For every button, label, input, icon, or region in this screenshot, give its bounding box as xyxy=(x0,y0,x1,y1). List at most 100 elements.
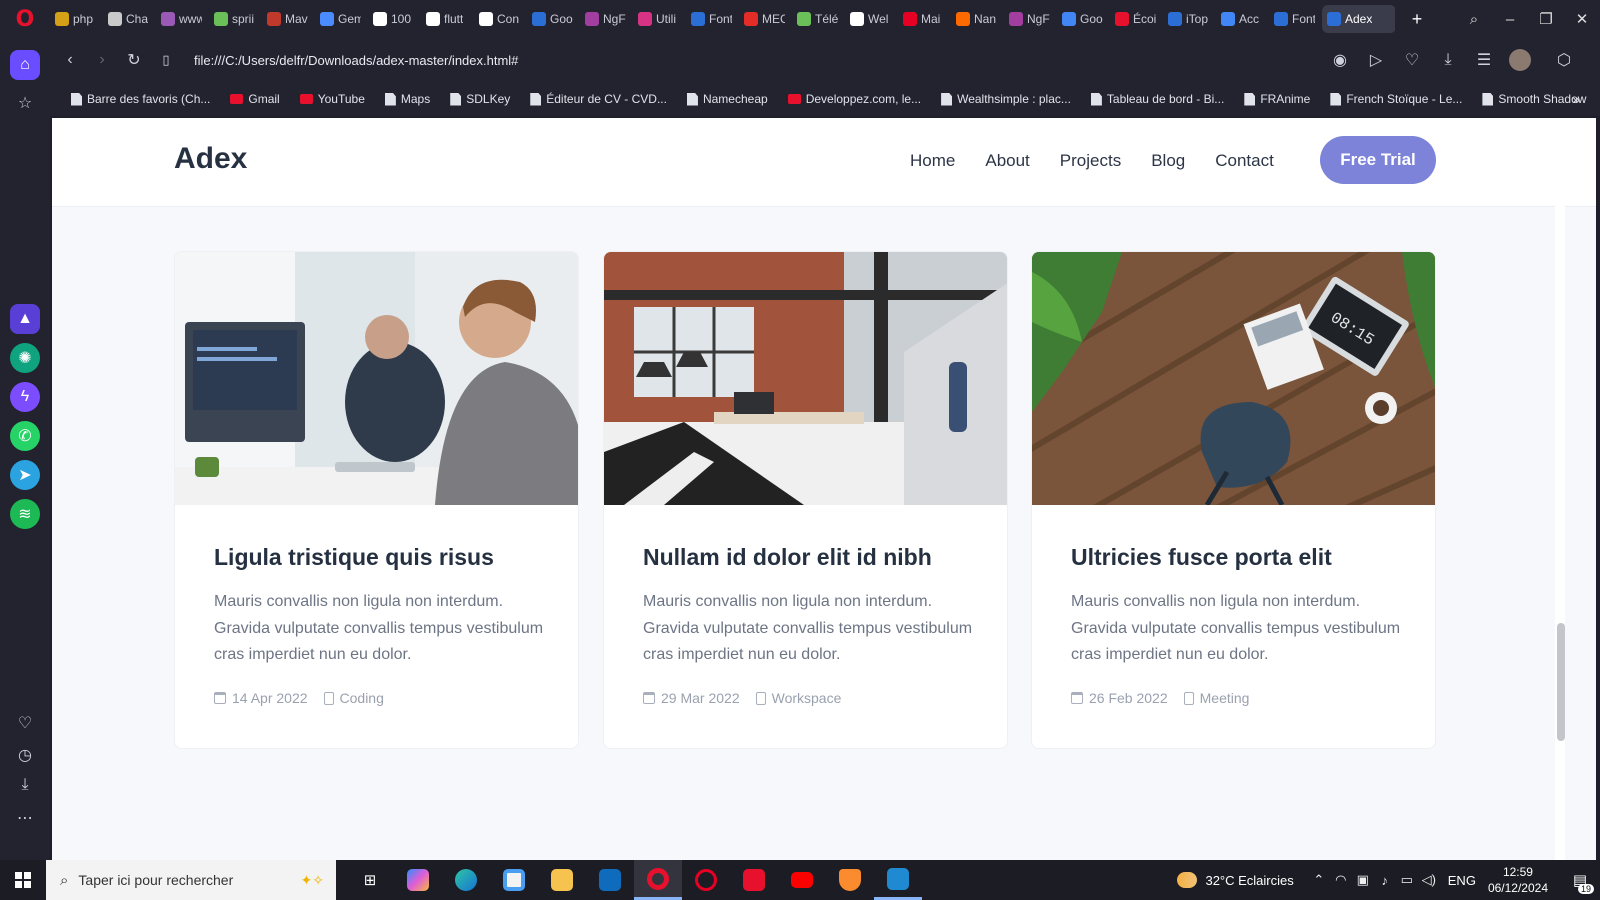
browser-tab-active[interactable]: Adex xyxy=(1322,5,1395,33)
camera-icon[interactable]: ▣ xyxy=(1352,872,1374,888)
tray-expand-icon[interactable]: ⌃ xyxy=(1308,872,1330,888)
browser-tab[interactable]: Acc xyxy=(1216,5,1267,33)
bookmarks-overflow-icon[interactable]: » xyxy=(1572,91,1580,107)
microphone-icon[interactable]: ♪ xyxy=(1374,873,1396,888)
browser-tab[interactable]: Nan xyxy=(951,5,1002,33)
browser-tab[interactable]: Utili xyxy=(633,5,684,33)
network-icon[interactable]: ◠ xyxy=(1330,872,1352,888)
chatgpt-icon[interactable]: ✺ xyxy=(10,343,40,373)
language-indicator[interactable]: ENG xyxy=(1448,873,1476,888)
task-view-icon[interactable]: ⊞ xyxy=(346,860,394,900)
bookmark-item[interactable]: Barre des favoris (Ch... xyxy=(64,92,217,106)
close-window-button[interactable]: ✕ xyxy=(1564,0,1600,38)
bookmark-item[interactable]: Developpez.com, le... xyxy=(781,92,928,106)
heart-icon[interactable]: ♡ xyxy=(10,708,40,738)
notification-center-icon[interactable]: ▤ 19 xyxy=(1560,860,1600,900)
blog-card[interactable]: Nullam id dolor elit id nibh Mauris conv… xyxy=(603,251,1008,749)
free-trial-button[interactable]: Free Trial xyxy=(1320,136,1436,184)
battery-icon[interactable]: ▭ xyxy=(1396,872,1418,888)
opera-taskbar-icon[interactable] xyxy=(634,860,682,900)
home-icon[interactable]: ⌂ xyxy=(10,50,40,80)
browser-tab[interactable]: NgF xyxy=(580,5,631,33)
minimize-button[interactable]: – xyxy=(1492,0,1528,38)
bookmark-item[interactable]: FRAnime xyxy=(1237,92,1317,106)
bookmark-item[interactable]: SDLKey xyxy=(443,92,517,106)
clock[interactable]: 12:59 06/12/2024 xyxy=(1488,864,1548,896)
blog-card-title[interactable]: Nullam id dolor elit id nibh xyxy=(643,544,932,571)
site-logo[interactable]: Adex xyxy=(174,142,247,176)
start-button[interactable] xyxy=(0,860,46,900)
browser-tab[interactable]: Wel xyxy=(845,5,896,33)
blog-card-image-developer[interactable] xyxy=(175,252,578,505)
bookmark-item[interactable]: Tableau de bord - Bi... xyxy=(1084,92,1231,106)
new-tab-button[interactable]: + xyxy=(1403,5,1431,33)
bookmark-item[interactable]: YouTube xyxy=(293,92,372,106)
copilot-icon[interactable] xyxy=(394,860,442,900)
blog-card-image-desk[interactable]: 08:15 xyxy=(1032,252,1435,505)
browser-tab[interactable]: sprii xyxy=(209,5,260,33)
post-category[interactable]: Meeting xyxy=(1200,690,1250,706)
browser-tab[interactable]: www xyxy=(156,5,207,33)
browser-tab[interactable]: Télé xyxy=(792,5,843,33)
play-icon[interactable]: ▷ xyxy=(1360,44,1392,76)
browser-tab[interactable]: Font xyxy=(686,5,737,33)
brave-icon[interactable] xyxy=(826,860,874,900)
bookmark-item[interactable]: Namecheap xyxy=(680,92,775,106)
easy-setup-icon[interactable]: ☰ xyxy=(1468,44,1500,76)
menu-home[interactable]: Home xyxy=(910,151,955,171)
browser-tab[interactable]: Cha xyxy=(103,5,154,33)
downloads-icon[interactable]: ⤓ xyxy=(10,770,40,800)
volume-icon[interactable]: ◁) xyxy=(1418,872,1440,888)
bookmark-item[interactable]: Wealthsimple : plac... xyxy=(934,92,1078,106)
menu-projects[interactable]: Projects xyxy=(1060,151,1121,171)
snapshot-icon[interactable]: ◉ xyxy=(1324,44,1356,76)
page-scrollbar[interactable] xyxy=(1555,118,1565,860)
telegram-icon[interactable]: ➤ xyxy=(10,460,40,490)
menu-about[interactable]: About xyxy=(985,151,1029,171)
blog-card[interactable]: 08:15 Ultricies fusce porta elit Mauris … xyxy=(1031,251,1436,749)
vscode-icon[interactable] xyxy=(874,860,922,900)
opera-logo-icon[interactable]: O xyxy=(0,0,50,38)
browser-tab[interactable]: iTop xyxy=(1163,5,1214,33)
taskbar-search[interactable]: ⌕ Taper ici pour rechercher ✦✧ xyxy=(46,860,336,900)
browser-tab[interactable]: Mav xyxy=(262,5,313,33)
menu-contact[interactable]: Contact xyxy=(1215,151,1274,171)
post-category[interactable]: Workspace xyxy=(772,690,842,706)
outlook-icon[interactable] xyxy=(586,860,634,900)
recorder-icon[interactable] xyxy=(730,860,778,900)
back-button[interactable]: ‹ xyxy=(54,44,86,76)
browser-tab[interactable]: Con xyxy=(474,5,525,33)
file-explorer-icon[interactable] xyxy=(538,860,586,900)
star-icon[interactable]: ☆ xyxy=(10,88,40,118)
browser-tab[interactable]: NgF xyxy=(1004,5,1055,33)
menu-blog[interactable]: Blog xyxy=(1151,151,1185,171)
store-icon[interactable] xyxy=(490,860,538,900)
restore-button[interactable]: ❐ xyxy=(1528,0,1564,38)
weather-widget[interactable]: 32°C Eclaircies xyxy=(1177,872,1294,888)
page-info-icon[interactable]: ▯ xyxy=(150,44,182,76)
browser-tab[interactable]: MEC xyxy=(739,5,790,33)
browser-tab[interactable]: Gem xyxy=(315,5,366,33)
aria-icon[interactable]: ▲ xyxy=(10,304,40,334)
blog-card[interactable]: Ligula tristique quis risus Mauris conva… xyxy=(174,251,579,749)
browser-tab[interactable]: Font xyxy=(1269,5,1320,33)
messenger-icon[interactable]: ϟ xyxy=(10,382,40,412)
blog-card-image-office[interactable] xyxy=(604,252,1007,505)
blog-card-title[interactable]: Ligula tristique quis risus xyxy=(214,544,494,571)
reload-button[interactable]: ↻ xyxy=(118,44,150,76)
search-tabs-icon[interactable]: ⌕ xyxy=(1456,0,1492,38)
forward-button[interactable]: › xyxy=(86,44,118,76)
browser-tab[interactable]: Écoi xyxy=(1110,5,1161,33)
post-category[interactable]: Coding xyxy=(340,690,384,706)
whatsapp-icon[interactable]: ✆ xyxy=(10,421,40,451)
browser-tab[interactable]: 100 xyxy=(368,5,419,33)
bookmark-item[interactable]: Gmail xyxy=(223,92,286,106)
browser-tab[interactable]: Goo xyxy=(1057,5,1108,33)
browser-tab[interactable]: flutt xyxy=(421,5,472,33)
extensions-icon[interactable]: ⬡ xyxy=(1548,44,1580,76)
pinterest-icon[interactable] xyxy=(682,860,730,900)
browser-tab[interactable]: Goo xyxy=(527,5,578,33)
download-icon[interactable]: ⤓ xyxy=(1432,44,1464,76)
blog-card-title[interactable]: Ultricies fusce porta elit xyxy=(1071,544,1332,571)
bookmark-item[interactable]: French Stoïque - Le... xyxy=(1323,92,1469,106)
